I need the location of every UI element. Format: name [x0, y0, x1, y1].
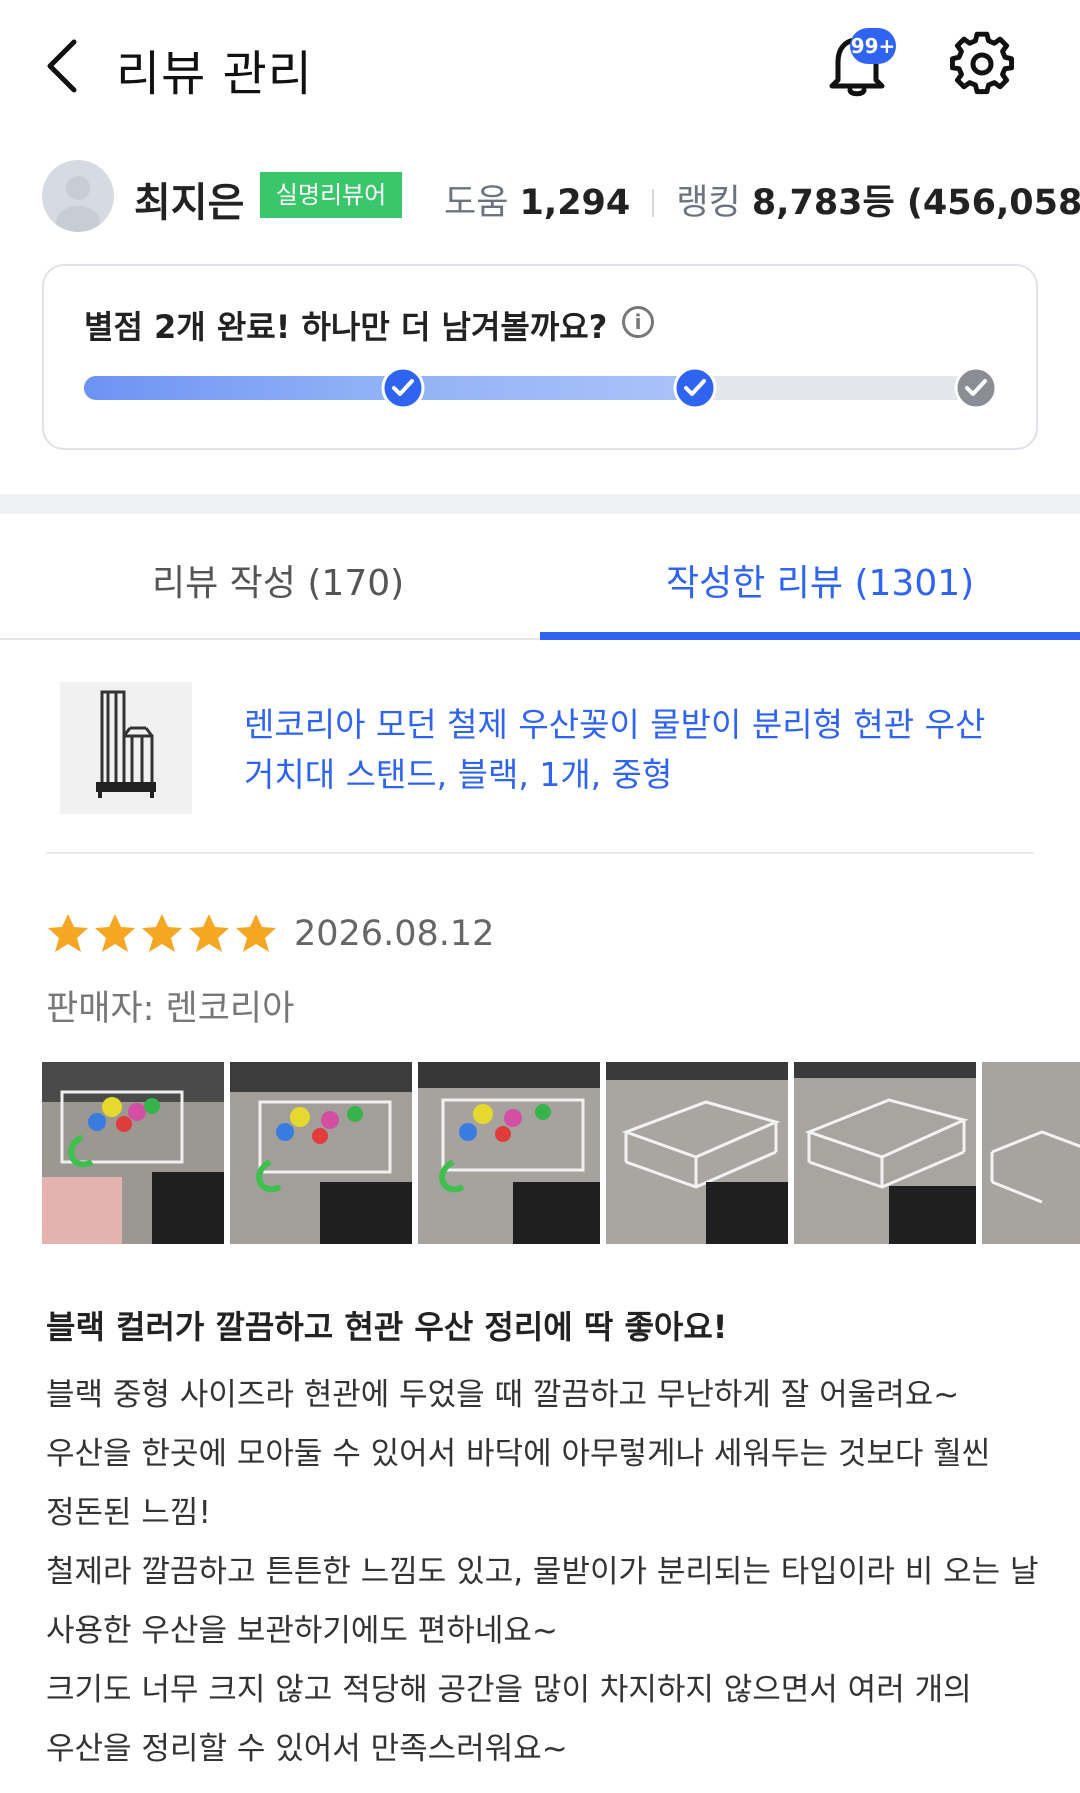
star-icon	[93, 912, 137, 956]
avatar[interactable]	[42, 160, 114, 232]
seller-name: 판매자: 렌코리아	[46, 989, 295, 1029]
product-name-line: 렌코리아 모던 철제 우산꽂이 물받이 분리형 현관 우산	[244, 705, 986, 744]
help-count: 1,294	[519, 183, 631, 223]
user-icon	[56, 176, 100, 232]
section-divider	[0, 494, 1080, 514]
review-body: 블랙 중형 사이즈라 현관에 두었을 때 깔끔하고 무난하게 잘 어울려요~ 우…	[46, 1366, 1046, 1779]
star-icon	[140, 912, 184, 956]
review-headline: 블랙 컬러가 깔끔하고 현관 우산 정리에 딱 좋아요!	[46, 1308, 728, 1346]
review-line: 크기도 너무 크지 않고 적당해 공간을 많이 차지하지 않으면서 여러 개의	[46, 1672, 972, 1708]
review-date: 2026.08.12	[294, 914, 495, 954]
page-title: 리뷰 관리	[116, 46, 313, 102]
ranking-value: 8,783등 (456,058점)	[751, 183, 1080, 223]
stats-divider	[652, 189, 655, 217]
chevron-left-icon	[47, 39, 77, 93]
review-photo[interactable]	[794, 1062, 976, 1244]
review-progress-card: 별점 2개 완료! 하나만 더 남겨볼까요? i	[42, 264, 1038, 450]
star-icon	[46, 912, 90, 956]
review-photo[interactable]	[982, 1062, 1080, 1244]
check-icon	[381, 366, 425, 410]
progress-track	[84, 376, 996, 400]
active-tab-indicator	[540, 632, 1080, 640]
review-photo[interactable]	[418, 1062, 600, 1244]
product-name-link[interactable]: 렌코리아 모던 철제 우산꽂이 물받이 분리형 현관 우산 거치대 스탠드, 블…	[244, 700, 1044, 800]
tab-write-review[interactable]: 리뷰 작성 (170)	[152, 554, 404, 606]
product-name-line: 거치대 스탠드, 블랙, 1개, 중형	[244, 755, 673, 794]
progress-message: 별점 2개 완료! 하나만 더 남겨볼까요?	[84, 308, 608, 346]
divider	[46, 852, 1034, 854]
review-line: 정돈된 느낌!	[46, 1495, 211, 1531]
user-name: 최지은	[134, 180, 245, 226]
progress-step-3	[954, 366, 998, 410]
review-line: 우산을 한곳에 모아둘 수 있어서 바닥에 아무렇게나 세워두는 것보다 훨씬	[46, 1436, 991, 1472]
help-label: 도움	[444, 183, 509, 223]
profile-summary: 최지은 실명리뷰어 도움 1,294 랭킹 8,783등 (456,058점)	[0, 150, 1080, 240]
review-line: 블랙 중형 사이즈라 현관에 두었을 때 깔끔하고 무난하게 잘 어울려요~	[46, 1377, 960, 1413]
star-icon	[187, 912, 231, 956]
review-tabs: 리뷰 작성 (170) 작성한 리뷰 (1301)	[0, 514, 1080, 640]
product-thumbnail[interactable]	[60, 682, 192, 814]
check-icon	[954, 366, 998, 410]
review-photos	[42, 1062, 1080, 1244]
review-photo[interactable]	[42, 1062, 224, 1244]
app-header: 리뷰 관리 99+	[0, 0, 1080, 130]
review-line: 철제라 깔끔하고 튼튼한 느낌도 있고, 물받이가 분리되는 타입이라 비 오는…	[46, 1554, 1039, 1590]
verified-reviewer-badge: 실명리뷰어	[260, 172, 402, 218]
info-icon[interactable]: i	[622, 306, 654, 338]
notification-badge: 99+	[850, 28, 896, 64]
tab-written-reviews[interactable]: 작성한 리뷰 (1301)	[666, 554, 974, 606]
progress-step-1	[381, 366, 425, 410]
review-photo[interactable]	[230, 1062, 412, 1244]
back-button[interactable]	[40, 30, 90, 100]
ranking-label: 랭킹	[676, 183, 741, 223]
gear-icon	[950, 31, 1014, 95]
review-line: 사용한 우산을 보관하기에도 편하네요~	[46, 1613, 558, 1649]
user-stats: 도움 1,294 랭킹 8,783등 (456,058점)	[444, 174, 1080, 225]
progress-step-2	[673, 366, 717, 410]
review-photo[interactable]	[606, 1062, 788, 1244]
star-icon	[234, 912, 278, 956]
check-icon	[673, 366, 717, 410]
settings-button[interactable]	[948, 28, 1016, 100]
umbrella-stand-image	[60, 682, 192, 814]
review-line: 우산을 정리할 수 있어서 만족스러워요~	[46, 1731, 568, 1767]
